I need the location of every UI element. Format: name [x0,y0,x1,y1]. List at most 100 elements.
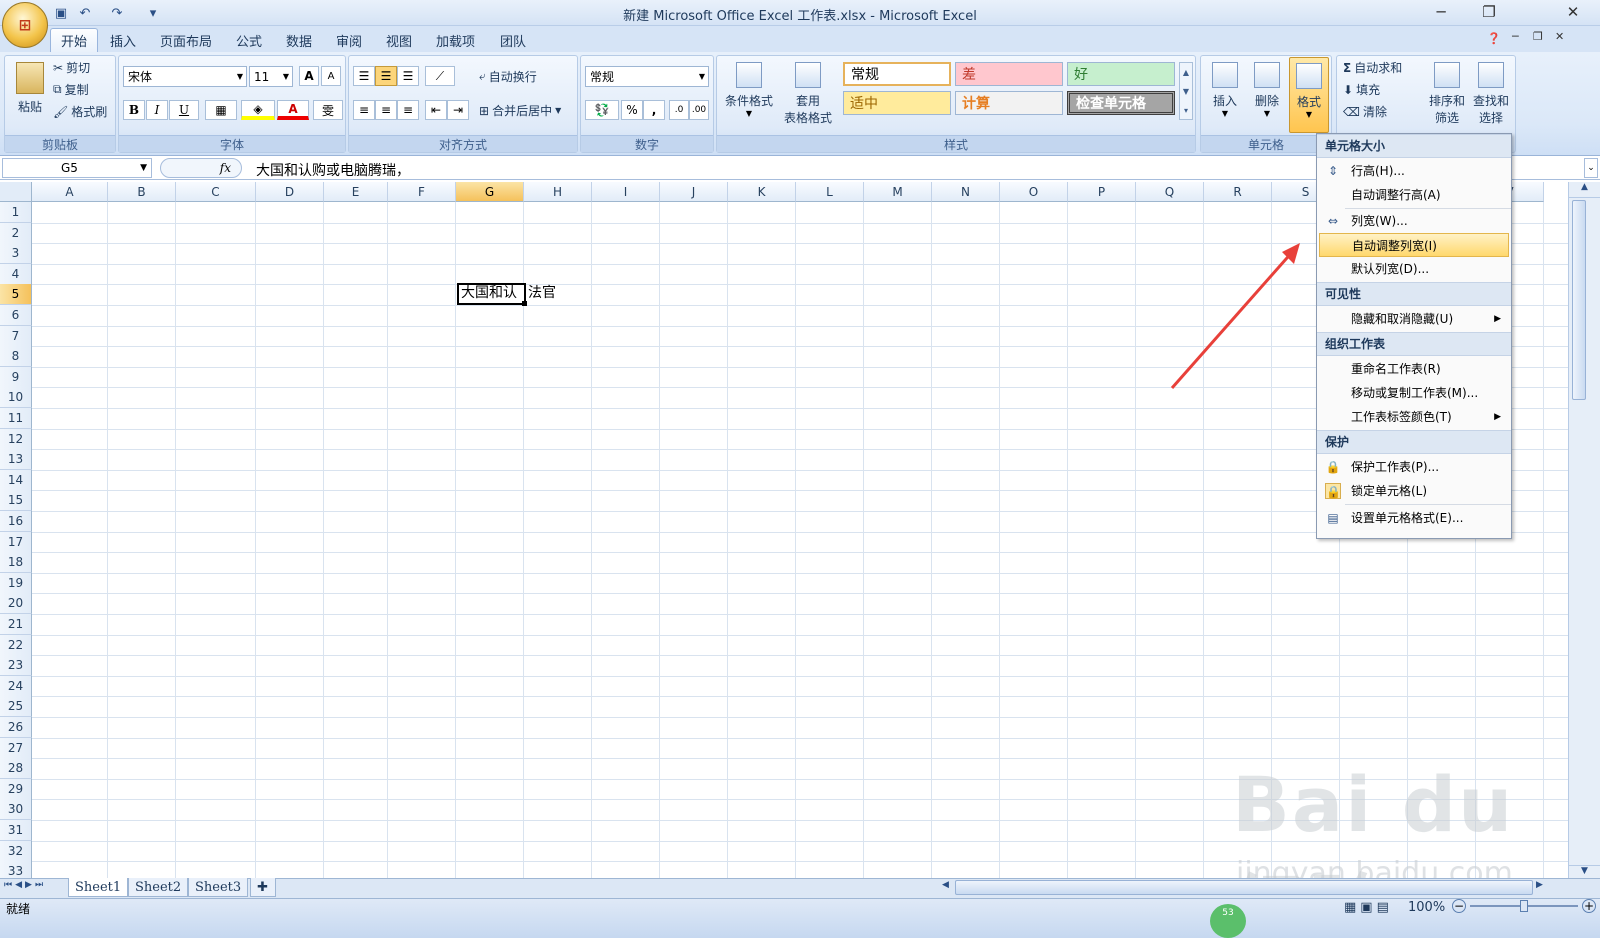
bold-button[interactable]: B [123,100,145,120]
column-header-i[interactable]: I [592,182,660,202]
find-select-button[interactable]: 查找和 选择 [1471,62,1511,126]
row-header-30[interactable]: 30 [0,799,32,821]
row-header-7[interactable]: 7 [0,325,32,347]
zoom-level[interactable]: 100% [1408,900,1445,915]
orientation-button[interactable]: ⟋ [425,66,455,86]
copy-button[interactable]: ⧉ 复制 [53,81,89,98]
minimize-button[interactable]: ─ [1418,0,1464,24]
merge-center-button[interactable]: ⊞ 合并后居中 ▼ [479,102,561,119]
delete-cells-button[interactable]: 删除 ▼ [1247,62,1287,118]
styles-scroll-button[interactable]: ▲ ▼ ▾ [1179,62,1193,120]
tab-review[interactable]: 审阅 [326,28,372,52]
currency-button[interactable]: 💱 [585,100,619,120]
column-header-l[interactable]: L [796,182,864,202]
comma-button[interactable]: , [643,100,665,120]
underline-button[interactable]: U [169,100,199,120]
zoom-out-icon[interactable]: − [1452,899,1466,913]
row-header-11[interactable]: 11 [0,408,32,429]
menu-item-lock-cell[interactable]: 🔒 锁定单元格(L) [1319,479,1509,503]
column-header-m[interactable]: M [864,182,932,202]
increase-indent-button[interactable]: ⇥ [447,100,469,120]
row-header-6[interactable]: 6 [0,305,32,326]
view-mode-icons[interactable]: ▦▣▤ [1344,900,1393,915]
menu-item-autofit-column[interactable]: 自动调整列宽(I) [1319,233,1509,257]
sheet-tab-1[interactable]: Sheet1 [68,878,129,897]
clear-button[interactable]: ⌫ 清除 [1343,103,1387,120]
row-header-24[interactable]: 24 [0,675,32,697]
phonetic-button[interactable]: 雯 [313,100,343,120]
restore-button[interactable]: ❐ [1466,0,1512,24]
tab-data[interactable]: 数据 [276,28,322,52]
decrease-decimal-button[interactable]: .00 [689,100,709,120]
column-header-r[interactable]: R [1204,182,1272,202]
row-header-21[interactable]: 21 [0,614,32,635]
row-header-10[interactable]: 10 [0,387,32,409]
menu-item-protect-sheet[interactable]: 🔒 保护工作表(P)... [1319,455,1509,479]
fill-button[interactable]: ⬇ 填充 [1343,81,1380,98]
tab-insert[interactable]: 插入 [100,28,146,52]
menu-item-column-width[interactable]: ⇔ 列宽(W)... [1319,209,1509,233]
office-button[interactable]: ⊞ [2,2,48,48]
zoom-in-icon[interactable]: + [1582,899,1596,913]
sheet-tab-3[interactable]: Sheet3 [188,878,249,897]
name-box[interactable]: G5 ▼ [2,158,152,178]
row-header-28[interactable]: 28 [0,758,32,780]
tab-addins[interactable]: 加载项 [426,28,485,52]
style-calculation[interactable]: 计算 [955,91,1063,115]
tab-page-layout[interactable]: 页面布局 [150,28,222,52]
font-size-select[interactable]: 11 ▼ [249,66,293,87]
column-header-a[interactable]: A [32,182,108,202]
menu-item-row-height[interactable]: ⇕ 行高(H)... [1319,159,1509,183]
column-header-f[interactable]: F [388,182,456,202]
border-button[interactable]: ▦ [205,100,237,120]
row-header-3[interactable]: 3 [0,243,32,265]
row-header-13[interactable]: 13 [0,449,32,471]
menu-item-move-copy[interactable]: 移动或复制工作表(M)... [1319,381,1509,405]
tab-team[interactable]: 团队 [490,28,536,52]
scroll-up-icon[interactable]: ▲ [1569,182,1600,198]
column-header-p[interactable]: P [1068,182,1136,202]
horizontal-scrollbar[interactable] [955,880,1533,895]
increase-decimal-button[interactable]: .0 [669,100,689,120]
row-header-19[interactable]: 19 [0,572,32,594]
menu-item-hide-unhide[interactable]: 隐藏和取消隐藏(U) ▶ [1319,307,1509,331]
column-header-c[interactable]: C [176,182,256,202]
tab-formulas[interactable]: 公式 [226,28,272,52]
number-format-select[interactable]: 常规 ▼ [585,66,709,87]
vertical-scroll-thumb[interactable] [1572,200,1586,400]
menu-item-format-cells[interactable]: ▤ 设置单元格格式(E)... [1319,506,1509,530]
cell-g5[interactable]: 大国和认 [457,283,526,305]
grow-font-button[interactable]: A [299,66,319,86]
conditional-format-button[interactable]: 条件格式 ▼ [721,62,777,118]
align-center-button[interactable]: ≡ [375,100,397,120]
fill-handle[interactable] [522,301,527,306]
row-header-26[interactable]: 26 [0,717,32,738]
style-normal[interactable]: 常规 [843,62,951,86]
style-good[interactable]: 好 [1067,62,1175,86]
tab-home[interactable]: 开始 [50,28,99,52]
wrap-text-button[interactable]: ⤶ 自动换行 [479,68,537,85]
formula-input[interactable]: 大国和认购或电脑腾瑞， [256,160,410,180]
row-header-16[interactable]: 16 [0,511,32,532]
column-header-k[interactable]: K [728,182,796,202]
format-painter-button[interactable]: 🖌 格式刷 [53,103,107,120]
style-neutral[interactable]: 适中 [843,91,951,115]
insert-function-button[interactable]: fx [160,158,242,178]
paste-button[interactable]: 粘贴 [11,62,49,115]
row-header-4[interactable]: 4 [0,263,32,285]
sheet-nav-arrows-icon[interactable]: ⏮◀▶⏭ [4,880,46,890]
menu-item-rename[interactable]: 重命名工作表(R) [1319,357,1509,381]
column-header-n[interactable]: N [932,182,1000,202]
ribbon-close-icon[interactable]: ✕ [1555,30,1564,43]
row-header-27[interactable]: 27 [0,737,32,759]
row-header-14[interactable]: 14 [0,469,32,491]
menu-item-tab-color[interactable]: 工作表标签颜色(T) ▶ [1319,405,1509,429]
close-button[interactable]: ✕ [1550,0,1596,24]
format-as-table-button[interactable]: 套用 表格格式 [779,62,837,126]
row-header-2[interactable]: 2 [0,222,32,244]
column-header-h[interactable]: H [524,182,592,202]
row-header-5[interactable]: 5 [0,284,32,306]
align-top-button[interactable]: ☰ [353,66,375,86]
row-header-12[interactable]: 12 [0,428,32,450]
align-middle-button[interactable]: ☰ [375,66,397,86]
